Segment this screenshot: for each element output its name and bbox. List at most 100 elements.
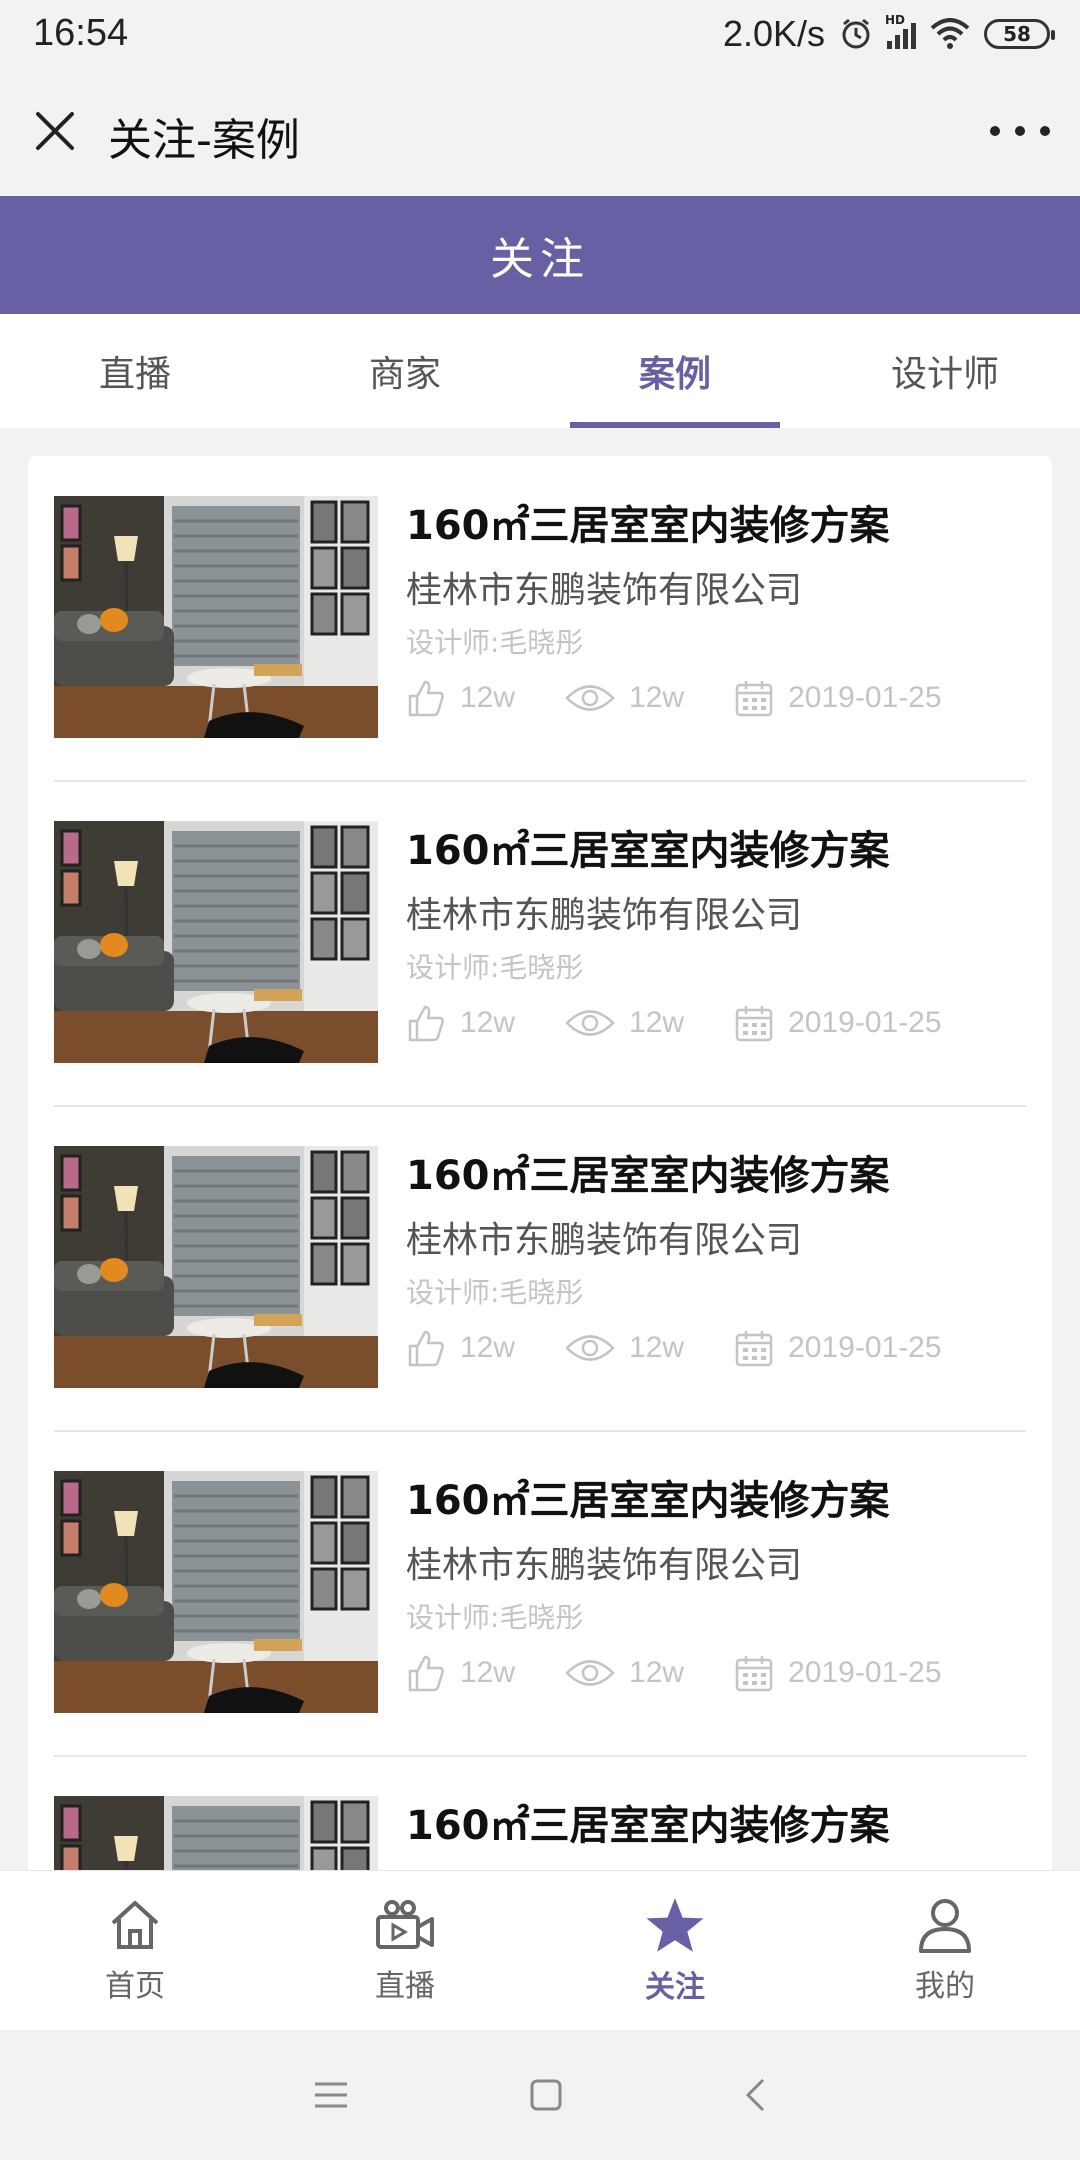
publish-date: 2019-01-25	[788, 1331, 942, 1364]
page-title: 关注-案例	[108, 115, 300, 166]
battery-indicator: 58	[984, 19, 1055, 49]
case-info: 160㎡三居室室内装修方案 桂林市东鹏装饰有限公司 设计师:毛晓彤 12w 12…	[406, 496, 1026, 722]
eye-icon	[565, 685, 615, 711]
likes-count: 12w	[460, 1656, 516, 1689]
nav-live-label: 直播	[375, 1969, 435, 2004]
likes-stat[interactable]: 12w	[406, 1328, 515, 1368]
date-stat: 2019-01-25	[734, 678, 942, 718]
case-company: 桂林市东鹏装饰有限公司	[406, 570, 803, 611]
nav-home[interactable]: 首页	[0, 1871, 270, 2031]
alarm-icon	[842, 18, 870, 49]
likes-count: 12w	[460, 681, 516, 714]
calendar-icon	[735, 1656, 773, 1692]
hd-label: HD	[885, 13, 906, 27]
case-thumbnail-image	[54, 1146, 378, 1388]
views-count: 12w	[629, 1331, 685, 1364]
case-list-item[interactable]: 160㎡三居室室内装修方案	[54, 1756, 1026, 1876]
home-icon	[111, 1901, 159, 1949]
bottom-nav: 首页 直播 关注 我的	[0, 1870, 1080, 2031]
views-stat: 12w	[565, 1006, 684, 1040]
tab-merchants[interactable]: 商家	[270, 314, 540, 428]
case-title[interactable]: 160㎡三居室室内装修方案	[406, 496, 1026, 556]
case-designer: 设计师:毛晓彤	[406, 951, 584, 984]
case-thumbnail[interactable]	[54, 1796, 378, 1876]
status-bar: 16:54 2.0K/s HD 58	[0, 0, 1080, 68]
nav-live[interactable]: 直播	[270, 1871, 540, 2031]
case-list-item[interactable]: 160㎡三居室室内装修方案 桂林市东鹏装饰有限公司 设计师:毛晓彤 12w 12…	[54, 1431, 1026, 1757]
publish-date: 2019-01-25	[788, 1656, 942, 1689]
case-list-item[interactable]: 160㎡三居室室内装修方案 桂林市东鹏装饰有限公司 设计师:毛晓彤 12w 12…	[54, 781, 1026, 1107]
eye-icon	[565, 1010, 615, 1036]
nav-follow[interactable]: 关注	[540, 1871, 810, 2031]
nav-mine[interactable]: 我的	[810, 1871, 1080, 2031]
views-stat: 12w	[565, 1331, 684, 1365]
eye-icon	[565, 1335, 615, 1361]
signal-icon: HD	[885, 13, 916, 49]
thumbs-up-icon	[408, 1330, 444, 1367]
date-stat: 2019-01-25	[734, 1003, 942, 1043]
case-thumbnail[interactable]	[54, 1471, 378, 1713]
case-thumbnail[interactable]	[54, 1146, 378, 1388]
case-stats: 12w 12w 2019-01-25	[406, 674, 1026, 722]
tab-designers[interactable]: 设计师	[810, 314, 1080, 428]
case-company: 桂林市东鹏装饰有限公司	[406, 1545, 803, 1586]
tab-live[interactable]: 直播	[0, 314, 270, 428]
nav-home-label: 首页	[105, 1969, 165, 2004]
case-stats: 12w 12w 2019-01-25	[406, 1324, 1026, 1372]
close-icon[interactable]	[30, 106, 80, 156]
calendar-icon	[735, 1331, 773, 1367]
system-nav-bar	[0, 2030, 1080, 2160]
case-thumbnail[interactable]	[54, 496, 378, 738]
status-icons: 2.0K/s HD 58	[723, 12, 1055, 56]
case-thumbnail[interactable]	[54, 821, 378, 1063]
case-info: 160㎡三居室室内装修方案 桂林市东鹏装饰有限公司 设计师:毛晓彤 12w 12…	[406, 1146, 1026, 1372]
date-stat: 2019-01-25	[734, 1653, 942, 1693]
likes-stat[interactable]: 12w	[406, 1653, 515, 1693]
views-count: 12w	[629, 1006, 685, 1039]
likes-count: 12w	[460, 1006, 516, 1039]
case-list: 160㎡三居室室内装修方案 桂林市东鹏装饰有限公司 设计师:毛晓彤 12w 12…	[28, 456, 1052, 1876]
case-info: 160㎡三居室室内装修方案	[406, 1796, 1026, 1856]
views-count: 12w	[629, 1656, 685, 1689]
star-icon	[646, 1898, 704, 1952]
likes-count: 12w	[460, 1331, 516, 1364]
case-list-item[interactable]: 160㎡三居室室内装修方案 桂林市东鹏装饰有限公司 设计师:毛晓彤 12w 12…	[54, 1106, 1026, 1432]
case-company: 桂林市东鹏装饰有限公司	[406, 1220, 803, 1261]
tab-cases[interactable]: 案例	[540, 314, 810, 428]
thumbs-up-icon	[408, 1005, 444, 1042]
case-designer: 设计师:毛晓彤	[406, 626, 584, 659]
eye-icon	[565, 1660, 615, 1686]
case-thumbnail-image	[54, 1796, 378, 1876]
menu-icon[interactable]	[313, 2080, 349, 2110]
case-title[interactable]: 160㎡三居室室内装修方案	[406, 1146, 1026, 1206]
title-bar: 关注-案例	[0, 68, 1080, 196]
likes-stat[interactable]: 12w	[406, 1003, 515, 1043]
more-menu-button[interactable]	[990, 116, 1050, 146]
nav-mine-label: 我的	[915, 1969, 975, 2004]
section-header: 关注	[0, 196, 1080, 314]
case-company: 桂林市东鹏装饰有限公司	[406, 895, 803, 936]
case-info: 160㎡三居室室内装修方案 桂林市东鹏装饰有限公司 设计师:毛晓彤 12w 12…	[406, 821, 1026, 1047]
back-icon[interactable]	[743, 2077, 767, 2113]
calendar-icon	[735, 1006, 773, 1042]
case-title[interactable]: 160㎡三居室室内装修方案	[406, 821, 1026, 881]
likes-stat[interactable]: 12w	[406, 678, 515, 718]
tab-bar: 直播 商家 案例 设计师	[0, 314, 1080, 428]
thumbs-up-icon	[408, 1655, 444, 1692]
case-thumbnail-image	[54, 1471, 378, 1713]
case-thumbnail-image	[54, 821, 378, 1063]
calendar-icon	[735, 681, 773, 717]
case-title[interactable]: 160㎡三居室室内装修方案	[406, 1796, 1026, 1856]
views-stat: 12w	[565, 1656, 684, 1690]
home-button-icon[interactable]	[529, 2078, 563, 2112]
case-designer: 设计师:毛晓彤	[406, 1276, 584, 1309]
case-list-item[interactable]: 160㎡三居室室内装修方案 桂林市东鹏装饰有限公司 设计师:毛晓彤 12w 12…	[54, 456, 1026, 782]
case-title[interactable]: 160㎡三居室室内装修方案	[406, 1471, 1026, 1531]
thumbs-up-icon	[408, 680, 444, 717]
date-stat: 2019-01-25	[734, 1328, 942, 1368]
case-info: 160㎡三居室室内装修方案 桂林市东鹏装饰有限公司 设计师:毛晓彤 12w 12…	[406, 1471, 1026, 1697]
case-designer: 设计师:毛晓彤	[406, 1601, 584, 1634]
video-camera-icon	[376, 1900, 434, 1949]
user-icon	[919, 1899, 971, 1953]
nav-follow-label: 关注	[645, 1970, 705, 2005]
